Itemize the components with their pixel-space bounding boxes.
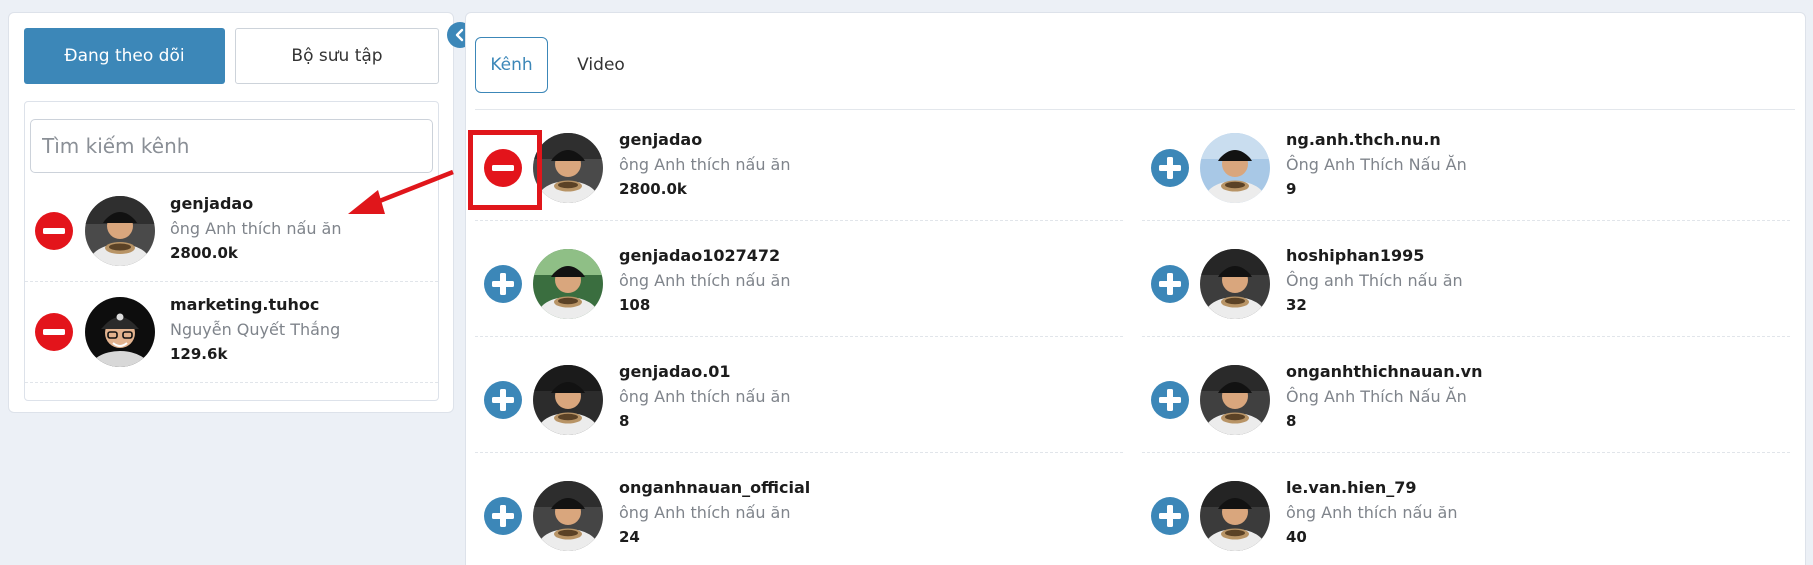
avatar [533, 249, 603, 319]
channel-nickname: ông Anh thích nấu ăn [1286, 503, 1458, 522]
unfollow-minus-icon[interactable] [35, 212, 73, 250]
channel-name: genjadao1027472 [619, 246, 781, 265]
follower-count: 32 [1286, 296, 1307, 314]
tab-channel[interactable]: Kênh [475, 37, 548, 93]
channel-result-row: genjadao1027472 ông Anh thích nấu ăn 108 [475, 233, 1123, 337]
channel-result-row: ng.anh.thch.nu.n Ông Anh Thích Nấu Ăn 9 [1142, 117, 1790, 221]
tab-collection[interactable]: Bộ sưu tập [235, 28, 439, 84]
follow-plus-icon[interactable] [484, 381, 522, 419]
avatar [533, 365, 603, 435]
followed-channel-row: marketing.tuhoc Nguyễn Quyết Thắng 129.6… [25, 283, 438, 383]
avatar [1200, 365, 1270, 435]
follower-count: 129.6k [170, 345, 228, 363]
avatar [1200, 481, 1270, 551]
channel-nickname: ông Anh thích nấu ăn [619, 155, 791, 174]
follower-count: 8 [619, 412, 630, 430]
channel-name: marketing.tuhoc [170, 295, 320, 314]
follow-plus-icon[interactable] [484, 497, 522, 535]
follower-count: 8 [1286, 412, 1297, 430]
followed-channels-panel: Đang theo dõi Bộ sưu tập Tìm kiếm kênh g… [8, 12, 454, 413]
tab-following[interactable]: Đang theo dõi [24, 28, 225, 84]
channel-name: genjadao [619, 130, 703, 149]
channel-result-row: le.van.hien_79 ông Anh thích nấu ăn 40 [1142, 465, 1790, 565]
channel-name: onganhnauan_official [619, 478, 811, 497]
tab-video[interactable]: Video [566, 37, 636, 93]
follow-plus-icon[interactable] [1151, 497, 1189, 535]
channel-nickname: ông Anh thích nấu ăn [619, 387, 791, 406]
follower-count: 2800.0k [619, 180, 687, 198]
avatar [533, 481, 603, 551]
follower-count: 24 [619, 528, 640, 546]
channel-result-row: genjadao.01 ông Anh thích nấu ăn 8 [475, 349, 1123, 453]
channel-name: hoshiphan1995 [1286, 246, 1425, 265]
follower-count: 40 [1286, 528, 1307, 546]
avatar [1200, 133, 1270, 203]
channel-name: onganhthichnauan.vn [1286, 362, 1483, 381]
channel-nickname: Ông Anh Thích Nấu Ăn [1286, 155, 1467, 174]
follow-plus-icon[interactable] [1151, 149, 1189, 187]
channel-search-input[interactable] [30, 119, 433, 173]
avatar [533, 133, 603, 203]
channel-result-row: onganhnauan_official ông Anh thích nấu ăn… [475, 465, 1123, 565]
avatar [85, 297, 155, 367]
channel-name: le.van.hien_79 [1286, 478, 1417, 497]
channel-name: genjadao [170, 194, 254, 213]
channel-nickname: ông Anh thích nấu ăn [170, 219, 342, 238]
followed-channel-row: genjadao ông Anh thích nấu ăn 2800.0k [25, 182, 438, 282]
channel-nickname: Ông anh Thích nấu ăn [1286, 271, 1463, 290]
avatar [1200, 249, 1270, 319]
unfollow-minus-icon[interactable] [35, 313, 73, 351]
follower-count: 9 [1286, 180, 1297, 198]
channel-nickname: ông Anh thích nấu ăn [619, 271, 791, 290]
channel-nickname: Ông Anh Thích Nấu Ăn [1286, 387, 1467, 406]
channel-result-row: genjadao ông Anh thích nấu ăn 2800.0k [475, 117, 1123, 221]
avatar [85, 196, 155, 266]
channel-nickname: Nguyễn Quyết Thắng [170, 320, 341, 339]
channel-name: ng.anh.thch.nu.n [1286, 130, 1441, 149]
channel-nickname: ông Anh thích nấu ăn [619, 503, 791, 522]
follow-plus-icon[interactable] [1151, 265, 1189, 303]
follow-plus-icon[interactable] [484, 265, 522, 303]
channel-result-row: onganhthichnauan.vn Ông Anh Thích Nấu Ăn 8 [1142, 349, 1790, 453]
search-results-panel: Kênh Video genjadao ông Anh thích nấu ăn 2… [465, 12, 1806, 565]
follow-plus-icon[interactable] [1151, 381, 1189, 419]
channel-name: genjadao.01 [619, 362, 731, 381]
followed-channel-list: genjadao ông Anh thích nấu ăn 2800.0k [24, 101, 439, 401]
follower-count: 2800.0k [170, 244, 238, 262]
highlight-box [468, 130, 542, 210]
channel-result-row: hoshiphan1995 Ông anh Thích nấu ăn 32 [1142, 233, 1790, 337]
tabs-divider [475, 109, 1795, 110]
follower-count: 108 [619, 296, 651, 314]
